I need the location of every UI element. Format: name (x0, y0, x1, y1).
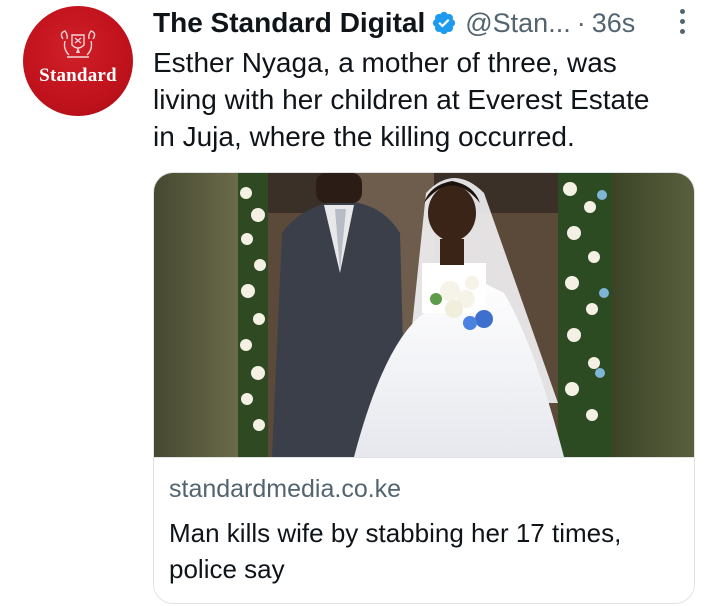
avatar-logo-text: Standard (39, 65, 117, 86)
more-dot (679, 28, 685, 34)
link-card[interactable]: standardmedia.co.ke Man kills wife by st… (153, 172, 695, 604)
tweet-text: Esther Nyaga, a mother of three, was liv… (153, 47, 650, 152)
header-separator: · (576, 7, 586, 38)
link-card-title[interactable]: Man kills wife by stabbing her 17 times,… (169, 515, 679, 587)
coat-of-arms-icon (60, 30, 96, 58)
account-handle[interactable]: @Stan... (465, 8, 570, 39)
card-divider (154, 457, 694, 458)
tweet-header: The Standard Digital @Stan... · 36s (153, 3, 713, 43)
more-dot (679, 8, 685, 14)
verified-badge-icon (433, 11, 456, 35)
tweet-timestamp[interactable]: 36s (592, 8, 636, 39)
more-dot (679, 18, 685, 24)
display-name[interactable]: The Standard Digital (153, 7, 425, 39)
account-avatar[interactable]: Standard (23, 6, 133, 116)
more-options-icon[interactable] (672, 6, 692, 36)
link-card-image[interactable] (154, 173, 695, 457)
link-card-domain[interactable]: standardmedia.co.ke (169, 475, 401, 504)
